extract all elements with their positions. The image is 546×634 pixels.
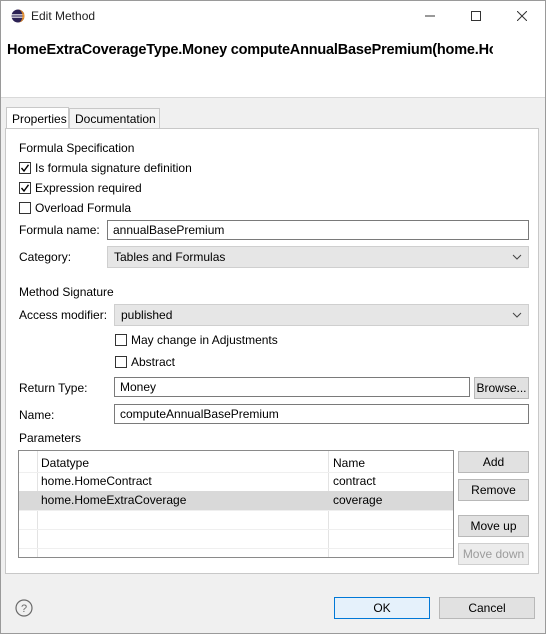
table-row[interactable]: home.HomeExtraCoverage coverage	[19, 491, 453, 510]
return-type-label: Return Type:	[19, 381, 88, 395]
remove-parameter-button[interactable]: Remove	[458, 479, 529, 501]
tab-properties[interactable]: Properties	[6, 107, 69, 129]
maximize-icon	[471, 10, 481, 21]
close-icon	[517, 10, 527, 21]
ok-button[interactable]: OK	[334, 597, 430, 619]
cancel-button[interactable]: Cancel	[439, 597, 535, 619]
name-input[interactable]: computeAnnualBasePremium	[114, 404, 529, 424]
move-down-button[interactable]: Move down	[458, 543, 529, 565]
row-datatype: home.HomeContract	[41, 474, 152, 488]
name-label: Name:	[19, 408, 55, 422]
move-up-button[interactable]: Move up	[458, 515, 529, 537]
signature-definition-checkbox[interactable]	[19, 162, 31, 174]
row-datatype: home.HomeExtraCoverage	[41, 493, 187, 507]
may-change-label: May change in Adjustments	[131, 333, 278, 347]
formula-spec-heading: Formula Specification	[19, 141, 135, 155]
help-button[interactable]: ?	[14, 598, 34, 618]
column-header-name[interactable]: Name	[333, 456, 365, 470]
chevron-down-icon	[512, 312, 522, 318]
checkmark-icon	[20, 184, 30, 193]
column-header-datatype[interactable]: Datatype	[41, 456, 89, 470]
parameters-heading: Parameters	[19, 431, 82, 445]
overload-formula-label: Overload Formula	[35, 201, 132, 215]
tab-documentation[interactable]: Documentation	[69, 108, 160, 128]
abstract-label: Abstract	[131, 355, 176, 369]
add-parameter-button[interactable]: Add	[458, 451, 529, 473]
method-signature-heading: Method Signature	[19, 285, 114, 299]
signature-definition-label: Is formula signature definition	[35, 161, 192, 175]
maximize-button[interactable]	[453, 1, 499, 30]
browse-button[interactable]: Browse...	[474, 377, 529, 399]
table-row[interactable]: home.HomeContract contract	[19, 472, 453, 491]
checkmark-icon	[20, 164, 30, 173]
may-change-checkbox[interactable]	[115, 334, 127, 346]
overload-formula-checkbox[interactable]	[19, 202, 31, 214]
access-modifier-label: Access modifier:	[19, 308, 108, 322]
abstract-checkbox[interactable]	[115, 356, 127, 368]
access-modifier-select[interactable]: published	[114, 304, 529, 326]
formula-name-input[interactable]: annualBasePremium	[107, 220, 529, 240]
return-type-input[interactable]: Money	[114, 377, 470, 397]
chevron-down-icon	[512, 254, 522, 260]
category-value: Tables and Formulas	[114, 250, 226, 264]
svg-text:?: ?	[21, 603, 27, 615]
category-select[interactable]: Tables and Formulas	[107, 246, 529, 268]
expression-required-checkbox[interactable]	[19, 182, 31, 194]
help-icon: ?	[15, 599, 33, 617]
eclipse-app-icon	[11, 9, 25, 23]
method-signature-title: HomeExtraCoverageType.Money computeAnnua…	[7, 42, 493, 58]
close-button[interactable]	[499, 1, 545, 30]
row-name: contract	[333, 474, 376, 488]
parameters-table[interactable]: Datatype Name home.HomeContract contract…	[18, 450, 454, 558]
category-label: Category:	[19, 250, 72, 264]
window-title: Edit Method	[31, 9, 96, 23]
expression-required-label: Expression required	[35, 181, 142, 195]
row-name: coverage	[333, 493, 383, 507]
minimize-button[interactable]	[407, 1, 453, 30]
access-modifier-value: published	[121, 308, 173, 322]
minimize-icon	[425, 15, 435, 16]
formula-name-label: Formula name:	[19, 223, 100, 237]
